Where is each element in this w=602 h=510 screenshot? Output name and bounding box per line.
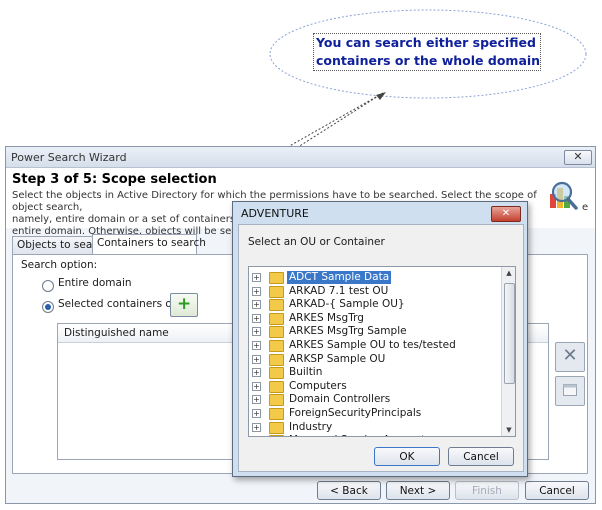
properties-icon [563,384,577,396]
dialog-cancel-button[interactable]: Cancel [448,447,514,466]
tree-item[interactable]: + ARKES MsgTrg [249,312,501,325]
folder-icon [269,285,284,298]
step-desc-fragment: e [582,202,589,213]
tree-item[interactable]: + ForeignSecurityPrincipals [249,407,501,420]
tree-item-label[interactable]: ARKES Sample OU to tes/tested [287,339,458,352]
remove-container-button[interactable]: ✕ [555,342,585,372]
folder-icon [269,408,284,420]
tree-scrollbar[interactable]: ▲ ▼ [501,267,515,436]
callout-line-1: You can search either specified [316,35,536,50]
expand-icon[interactable]: + [252,286,261,296]
dialog-ok-button[interactable]: OK [374,447,440,466]
cancel-button[interactable]: Cancel [525,481,589,500]
scroll-up-icon[interactable]: ▲ [502,267,515,279]
ou-picker-dialog: ADVENTURE ✕ Select an OU or Container + A… [232,201,528,477]
callout-line-2: containers or the whole domain [316,53,541,68]
dialog-prompt: Select an OU or Container [248,236,385,248]
dialog-body: Select an OU or Container + ADCT Sample D… [238,224,524,472]
tree-item[interactable]: + ADCT Sample Data [249,271,501,284]
plus-icon: + [177,294,192,314]
tree-item[interactable]: + ARKAD 7.1 test OU [249,285,501,298]
expand-icon[interactable]: + [252,381,261,391]
add-container-button[interactable]: + [170,293,198,317]
scroll-thumb[interactable] [504,283,515,384]
folder-icon [269,299,284,312]
wizard-title: Power Search Wizard [11,151,127,164]
expand-icon[interactable]: + [252,313,261,323]
folder-icon [269,435,284,436]
expand-icon[interactable]: + [252,273,261,282]
wizard-close-button[interactable]: ✕ [564,150,592,165]
tree-item-label[interactable]: Industry [287,421,334,434]
tree-item-label[interactable]: ForeignSecurityPrincipals [287,407,423,420]
tree-item[interactable]: + Domain Controllers [249,393,501,407]
folder-icon [269,326,284,339]
expand-icon[interactable]: + [252,422,261,432]
tree-item[interactable]: + ARKES Sample OU to tes/tested [249,339,501,352]
scroll-down-icon[interactable]: ▼ [502,424,515,436]
remove-icon: ✕ [562,345,578,366]
tree-item[interactable]: + ARKSP Sample OU [249,353,501,366]
column-distinguished-name[interactable]: Distinguished name [64,327,169,339]
expand-icon[interactable]: + [252,354,261,364]
expand-icon[interactable]: + [252,409,261,418]
radio-selected-containers-label[interactable]: Selected containers only [58,298,188,310]
search-magnifier-icon [550,181,578,210]
tree-item[interactable]: + ARKES MsgTrg Sample [249,325,501,339]
step-title: Step 3 of 5: Scope selection [12,172,217,187]
tab-containers-to-search[interactable]: Containers to search [92,234,206,254]
next-button[interactable]: Next > [386,481,450,500]
tree-item-label[interactable]: Builtin [287,366,324,379]
tree-item-label[interactable]: Managed Service Accounts [287,434,433,436]
expand-icon[interactable]: + [252,300,261,310]
folder-icon [269,394,284,407]
folder-icon [269,380,284,393]
tree-item[interactable]: + Industry [249,421,501,434]
expand-icon[interactable]: + [252,327,261,337]
folder-icon [269,340,284,352]
expand-icon[interactable]: + [252,368,261,378]
tree-item-label[interactable]: ARKAD-{ Sample OU} [287,298,407,311]
folder-icon [269,421,284,434]
tree-item[interactable]: + Computers [249,380,501,393]
tree-item-label[interactable]: ARKES MsgTrg Sample [287,325,409,338]
edit-container-button[interactable] [555,376,585,406]
callout-text: You can search either specified containe… [313,33,541,71]
tab-objects-to-search[interactable]: Objects to search [12,236,109,254]
tree-item-label[interactable]: ARKES MsgTrg [287,312,366,325]
expand-icon[interactable]: + [252,436,261,437]
search-option-label: Search option: [21,259,98,271]
radio-selected-containers[interactable] [42,301,54,313]
radio-entire-domain-label[interactable]: Entire domain [58,277,132,289]
ou-tree[interactable]: + ADCT Sample Data + ARKAD 7.1 test OU + ARKA… [248,266,516,437]
folder-icon [269,272,284,284]
tree-item-label[interactable]: ARKAD 7.1 test OU [287,285,390,298]
folder-icon [269,312,284,325]
dialog-title: ADVENTURE [241,207,309,220]
tree-item-label[interactable]: Domain Controllers [287,393,392,406]
tree-item[interactable]: + ARKAD-{ Sample OU} [249,298,501,312]
folder-icon [269,367,284,380]
expand-icon[interactable]: + [252,395,261,405]
tree-item[interactable]: + Builtin [249,366,501,380]
tree-item-label[interactable]: ADCT Sample Data [287,271,392,284]
tree-item-label[interactable]: Computers [287,380,349,393]
radio-entire-domain[interactable] [42,280,54,292]
finish-button[interactable]: Finish [455,481,519,500]
tree-item[interactable]: + Managed Service Accounts [249,434,501,437]
expand-icon[interactable]: + [252,341,261,350]
dialog-close-button[interactable]: ✕ [491,206,521,222]
wizard-titlebar: Power Search Wizard ✕ [6,147,595,168]
folder-icon [269,353,284,366]
back-button[interactable]: < Back [317,481,381,500]
tree-item-label[interactable]: ARKSP Sample OU [287,353,387,366]
